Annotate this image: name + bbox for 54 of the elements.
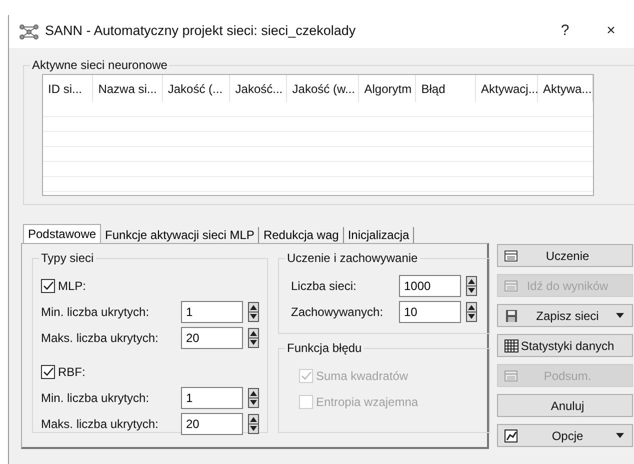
caret-icon	[616, 313, 624, 318]
column-header[interactable]: ID si...	[43, 75, 94, 102]
field-label: Min. liczba ukrytych:	[41, 390, 150, 407]
spin-buttons[interactable]	[466, 302, 477, 322]
spin-buttons[interactable]	[248, 302, 259, 322]
number-field[interactable]: 1	[181, 387, 243, 409]
checkbox-label: Suma kwadratów	[316, 368, 408, 385]
number-field[interactable]: 1	[181, 301, 243, 323]
close-button[interactable]: ×	[588, 20, 634, 43]
column-header[interactable]: Aktywa...	[538, 75, 593, 102]
field-label: Liczba sieci:	[291, 278, 358, 295]
spin-buttons[interactable]	[248, 414, 259, 434]
column-header[interactable]: Jakość (w...	[287, 75, 360, 102]
group-title: Typy sieci	[39, 251, 96, 265]
number-field[interactable]: 20	[181, 327, 243, 349]
number-field[interactable]: 10	[399, 301, 461, 323]
action-button[interactable]: Uczenie	[497, 244, 633, 267]
group-title: Aktywne sieci neuronowe	[30, 58, 170, 72]
network-icon	[19, 24, 39, 40]
column-header[interactable]: Algorytm	[359, 75, 416, 102]
field-label: Maks. liczba ukrytych:	[41, 330, 160, 347]
number-field[interactable]: 1000	[399, 275, 461, 297]
chart-icon	[504, 428, 519, 442]
window-title: SANN - Automatyczny projekt sieci: sieci_czekolady	[45, 22, 357, 40]
spin-buttons[interactable]	[466, 276, 477, 296]
checkbox[interactable]	[41, 279, 55, 293]
action-button[interactable]: Anuluj	[497, 394, 633, 417]
group-title: Funkcja błędu	[285, 341, 364, 355]
tab[interactable]: Podstawowe	[23, 224, 102, 243]
column-header[interactable]: Nazwa si...	[93, 75, 163, 102]
checkbox[interactable]	[41, 365, 55, 379]
field-label: Zachowywanych:	[291, 304, 384, 321]
caret-icon	[616, 433, 624, 438]
column-header[interactable]: Błąd	[416, 75, 476, 102]
number-field[interactable]: 20	[181, 413, 243, 435]
checkbox-label: RBF:	[58, 364, 86, 381]
column-header[interactable]: Jakość (...	[162, 75, 230, 102]
spin-buttons[interactable]	[248, 328, 259, 348]
help-button[interactable]: ?	[542, 20, 588, 43]
column-header[interactable]: Jakość...	[230, 75, 288, 102]
group-title: Uczenie i zachowywanie	[285, 251, 420, 265]
field-label: Maks. liczba ukrytych:	[41, 416, 160, 433]
field-label: Min. liczba ukrytych:	[41, 304, 150, 321]
grid-icon	[504, 368, 519, 382]
table-icon	[504, 338, 519, 352]
checkbox-label: MLP:	[58, 278, 86, 295]
grid-icon	[504, 248, 519, 262]
action-button[interactable]: Opcje	[497, 424, 633, 447]
column-header[interactable]: Aktywacj...	[476, 75, 538, 102]
action-button[interactable]: Zapisz sieci	[497, 304, 633, 327]
action-button[interactable]: Statystyki danych	[497, 334, 633, 357]
checkbox-label: Entropia wzajemna	[316, 394, 418, 411]
grid-icon	[504, 278, 519, 292]
spin-buttons[interactable]	[248, 388, 259, 408]
